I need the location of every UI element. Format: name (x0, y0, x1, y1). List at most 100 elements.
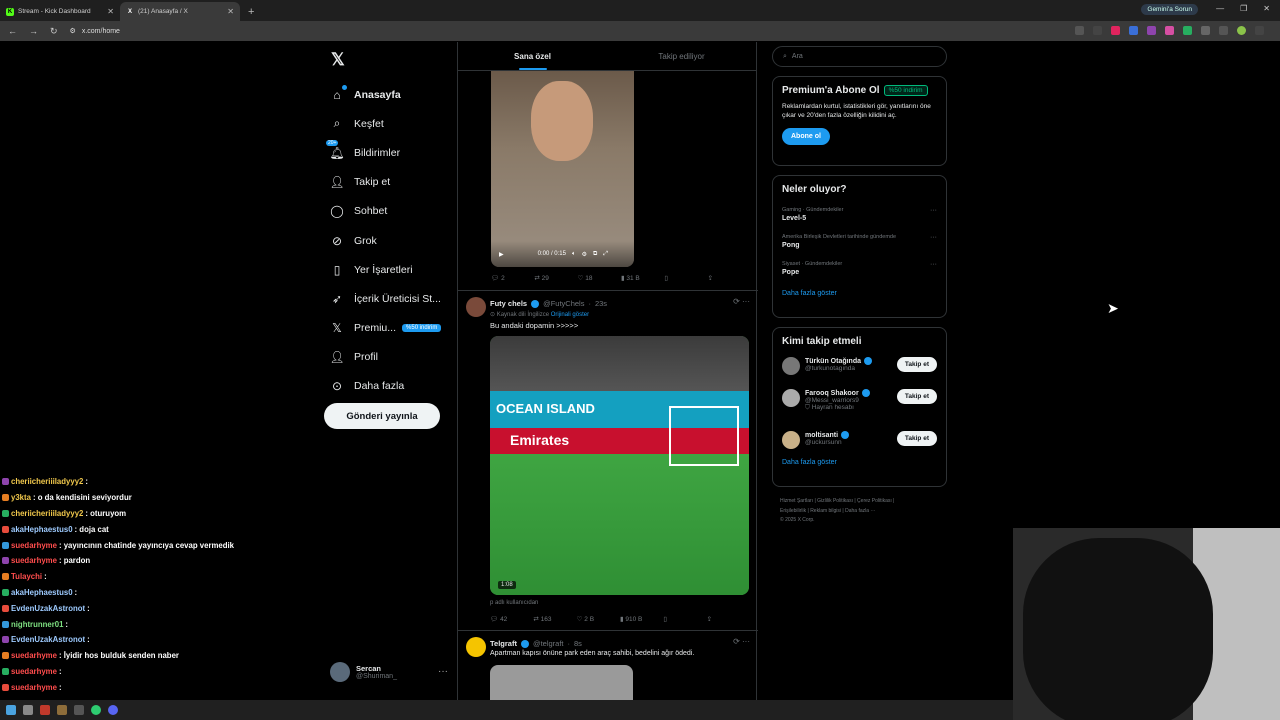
author-handle[interactable]: @FutyChels (543, 299, 584, 308)
more-icon[interactable]: ··· (438, 666, 448, 677)
show-original-link[interactable]: Orijinali göster (551, 312, 589, 318)
post-button[interactable]: Gönderi yayınla (324, 403, 440, 429)
avatar[interactable] (782, 357, 800, 375)
follow-button[interactable]: Takip et (896, 389, 937, 404)
extension-icon[interactable] (1129, 26, 1138, 35)
forward-icon[interactable]: → (29, 26, 38, 37)
more-icon[interactable]: ⟳ ··· (733, 297, 750, 306)
footer-line[interactable]: Hizmet Şartları | Gizlilik Politikası | … (780, 497, 950, 507)
views-button[interactable]: ▮ 910 B (620, 615, 663, 623)
chat-username[interactable]: akaHephaestus0 (11, 525, 73, 534)
more-icon[interactable]: ··· (930, 261, 937, 268)
restore-icon[interactable]: ❐ (1240, 4, 1247, 13)
tweet-time[interactable]: 23s (595, 299, 607, 308)
tweet-image[interactable] (490, 665, 633, 705)
discord-icon[interactable] (108, 705, 118, 715)
reply-button[interactable]: 💬︎ 42 (490, 615, 533, 623)
puzzle-icon[interactable] (1201, 26, 1210, 35)
show-more-link[interactable]: Daha fazla göster (782, 290, 937, 297)
start-icon[interactable] (6, 705, 16, 715)
bookmark-button[interactable]: ▯ (664, 274, 707, 282)
chat-username[interactable]: Tulaychi (11, 572, 42, 581)
close-icon[interactable]: ✕ (227, 7, 234, 16)
search-input[interactable]: ⌕ Ara (772, 46, 947, 67)
taskbar-app-icon[interactable] (40, 705, 50, 715)
extension-icon[interactable] (1183, 26, 1192, 35)
nav-item-bookmarks[interactable]: ▯ Yer İşaretleri (322, 255, 454, 284)
chat-username[interactable]: suedarhyme (11, 651, 57, 660)
author-name[interactable]: Telgraft (490, 639, 517, 648)
chat-username[interactable]: suedarhyme (11, 683, 57, 692)
avatar[interactable] (782, 431, 800, 449)
avatar[interactable] (466, 297, 486, 317)
share-icon[interactable]: ⇪ (707, 615, 750, 623)
tab-x[interactable]: X (21) Anasayfa / X ✕ (120, 2, 240, 21)
cast-icon[interactable] (1075, 26, 1084, 35)
sidebar-icon[interactable] (1219, 26, 1228, 35)
retweet-button[interactable]: ⇄ 163 (533, 615, 576, 623)
nav-item-profile[interactable]: 👤︎ Profil (322, 343, 454, 372)
follow-button[interactable]: Takip et (896, 431, 937, 446)
x-logo-icon[interactable]: 𝕏 (331, 50, 454, 70)
account-switcher[interactable]: Sercan @Shuriman_ ··· (330, 662, 450, 682)
views-button[interactable]: ▮ 31 B (621, 274, 664, 282)
video-player[interactable]: ▶ 0:00 / 0:15 🔈︎ ⚙ ⧉ ⤢ (491, 71, 634, 267)
site-info-icon[interactable]: ⚙ (70, 27, 76, 35)
taskbar-app-icon[interactable] (74, 705, 84, 715)
chat-username[interactable]: nightrunner01 (11, 620, 63, 629)
chat-username[interactable]: suedarhyme (11, 541, 57, 550)
chat-username[interactable]: akaHephaestus0 (11, 588, 73, 597)
nav-item-follow[interactable]: 👤︎ Takip et (322, 168, 454, 197)
chat-username[interactable]: suedarhyme (11, 667, 57, 676)
profile-avatar[interactable] (1237, 26, 1246, 35)
nav-item-home[interactable]: ⌂ Anasayfa (322, 80, 454, 109)
taskbar-app-icon[interactable] (23, 705, 33, 715)
close-window-icon[interactable]: ✕ (1263, 4, 1270, 13)
nav-item-grok[interactable]: ⊘ Grok (322, 226, 454, 255)
more-icon[interactable]: ··· (930, 234, 937, 241)
chat-username[interactable]: suedarhyme (11, 556, 57, 565)
tab-following[interactable]: Takip ediliyor (607, 42, 756, 70)
avatar[interactable] (466, 637, 486, 657)
new-tab-button[interactable]: + (248, 6, 254, 18)
retweet-button[interactable]: ⇄ 29 (534, 274, 577, 282)
follow-suggestion[interactable]: Türkün Otağında @turkunotagında Takip et (782, 357, 937, 379)
close-icon[interactable]: ✕ (107, 7, 114, 16)
menu-icon[interactable] (1255, 26, 1264, 35)
tab-for-you[interactable]: Sana özel (458, 42, 607, 70)
chat-username[interactable]: cheriicheriiiladyyy2 (11, 509, 83, 518)
nav-item-premium[interactable]: 𝕏 Premiu... %50 indirim (322, 314, 454, 343)
play-icon[interactable]: ▶ (499, 251, 504, 258)
trend-item[interactable]: Gaming · Gündemdekiler Level-5 ··· (782, 207, 937, 222)
nav-item-creator-studio[interactable]: ➶ İçerik Üreticisi St... (322, 284, 454, 313)
chat-username[interactable]: EvdenUzakAstronot (11, 604, 85, 613)
fullscreen-icon[interactable]: ⤢ (603, 251, 608, 258)
like-button[interactable]: ♡ 18 (578, 274, 621, 282)
tweet[interactable]: Futy chels @FutyChels · 23s ⟳ ··· ⊙ Kayn… (458, 290, 758, 630)
nav-item-notifications[interactable]: 🔔︎ 20+ Bildirimler (322, 138, 454, 167)
tweet-time[interactable]: 8s (574, 639, 582, 648)
show-more-link[interactable]: Daha fazla göster (782, 459, 937, 466)
minimize-icon[interactable]: — (1216, 4, 1224, 13)
share-icon[interactable]: ⇪ (708, 274, 751, 282)
extension-icon[interactable] (1147, 26, 1156, 35)
tab-kick[interactable]: K Stream - Kick Dashboard ✕ (0, 2, 120, 21)
reload-icon[interactable]: ↻ (50, 26, 58, 37)
url-field[interactable]: x.com/home (82, 28, 120, 35)
extension-icon[interactable] (1165, 26, 1174, 35)
back-icon[interactable]: ← (8, 26, 17, 37)
chat-username[interactable]: cheriicheriiiladyyy2 (11, 477, 83, 486)
chat-username[interactable]: EvdenUzakAstronot (11, 635, 85, 644)
subscribe-button[interactable]: Abone ol (782, 128, 830, 146)
footer-line[interactable]: Erişilebilirlik | Reklam bilgisi | Daha … (780, 507, 950, 517)
follow-suggestion[interactable]: Farooq Shakoor @Messi_warriors9 ⛉ Hayran… (782, 389, 937, 421)
nav-item-more[interactable]: ⊙ Daha fazla (322, 372, 454, 401)
trend-item[interactable]: Siyaset · Gündemdekiler Pope ··· (782, 261, 937, 276)
chat-username[interactable]: y3kta (11, 493, 31, 502)
settings-icon[interactable]: ⚙ (582, 251, 587, 258)
trend-item[interactable]: Amerika Birleşik Devletleri tarihinde gü… (782, 234, 937, 249)
nav-item-chat[interactable]: ◯ Sohbet (322, 197, 454, 226)
author-name[interactable]: Futy chels (490, 299, 527, 308)
more-icon[interactable]: ··· (930, 207, 937, 214)
volume-icon[interactable]: 🔈︎ (572, 251, 576, 258)
